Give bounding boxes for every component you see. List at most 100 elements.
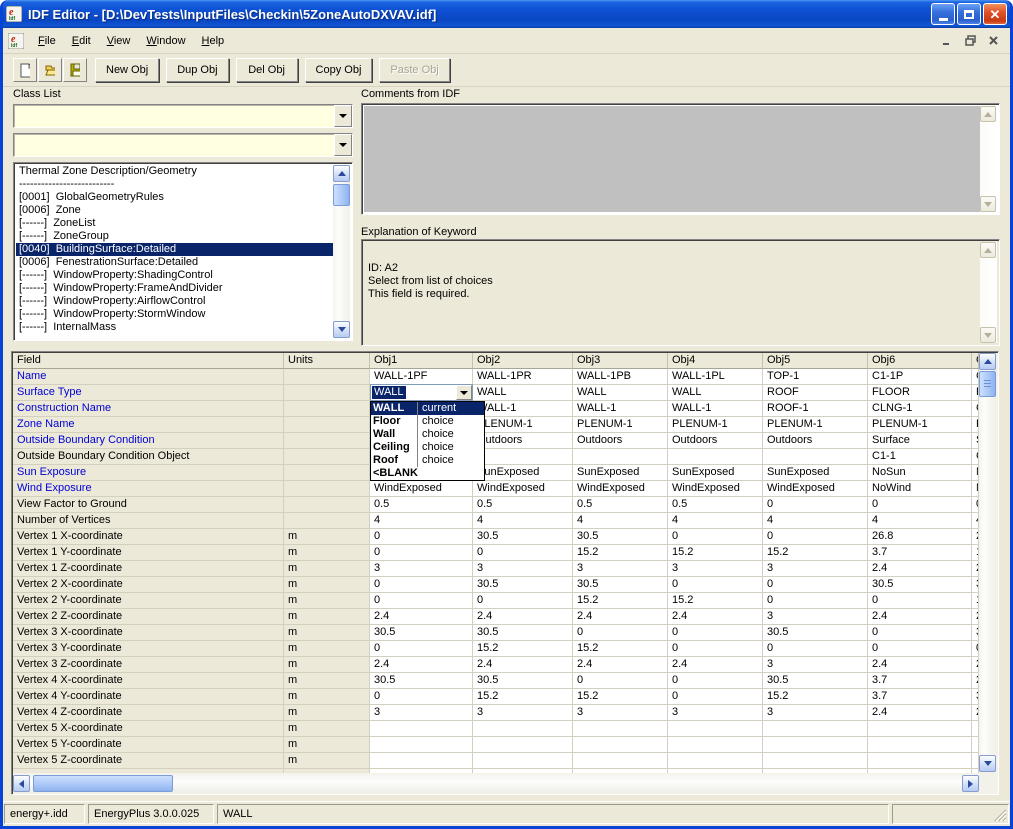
grid-cell[interactable]: C bbox=[972, 369, 979, 385]
grid-cell[interactable] bbox=[868, 737, 972, 753]
grid-cell[interactable]: 30.5 bbox=[868, 577, 972, 593]
grid-cell[interactable]: 3 bbox=[668, 705, 763, 721]
grid-cell[interactable]: 2 bbox=[972, 705, 979, 721]
grid-cell[interactable]: WindExposed bbox=[370, 481, 473, 497]
grid-cell[interactable]: 3 bbox=[972, 577, 979, 593]
grid-cell[interactable]: WALL bbox=[473, 385, 573, 401]
minimize-button[interactable] bbox=[931, 3, 955, 25]
grid-cell[interactable]: P bbox=[972, 417, 979, 433]
grid-cell[interactable]: WindExposed bbox=[573, 481, 668, 497]
grid-cell[interactable]: SunExposed bbox=[763, 465, 868, 481]
close-button[interactable]: ✕ bbox=[983, 3, 1007, 25]
grid-cell[interactable]: N bbox=[972, 481, 979, 497]
grid-cell[interactable]: 0 bbox=[370, 529, 473, 545]
grid-cell[interactable]: 15.2 bbox=[763, 689, 868, 705]
grid-cell[interactable]: 3 bbox=[763, 705, 868, 721]
grid-cell[interactable]: 4 bbox=[668, 513, 763, 529]
grid-cell[interactable]: 0 bbox=[972, 641, 979, 657]
resize-grip[interactable] bbox=[993, 808, 1007, 822]
grid-cell[interactable]: 3.7 bbox=[868, 673, 972, 689]
comments-box[interactable] bbox=[361, 103, 1000, 215]
grid-cell[interactable]: C1-1 bbox=[868, 449, 972, 465]
grid-cell[interactable]: NoWind bbox=[868, 481, 972, 497]
class-list-item[interactable]: [------] WindowProperty:FrameAndDivider bbox=[16, 282, 333, 295]
menu-window[interactable]: Window bbox=[138, 31, 193, 51]
grid-cell[interactable]: WALL bbox=[573, 385, 668, 401]
mdi-close-button[interactable] bbox=[985, 33, 1002, 48]
del-obj-button[interactable]: Del Obj bbox=[236, 58, 298, 82]
grid-cell[interactable]: WALL-1PF bbox=[370, 369, 473, 385]
grid-cell[interactable]: 0 bbox=[370, 689, 473, 705]
grid-cell[interactable]: 30.5 bbox=[473, 529, 573, 545]
grid-vertical-scrollbar[interactable] bbox=[979, 353, 996, 772]
grid-cell[interactable]: 4 bbox=[868, 513, 972, 529]
grid-cell[interactable]: 0 bbox=[370, 545, 473, 561]
grid-cell[interactable]: 0 bbox=[668, 529, 763, 545]
grid-cell[interactable]: 2.4 bbox=[668, 657, 763, 673]
class-list-item[interactable]: [------] WindowProperty:StormWindow bbox=[16, 308, 333, 321]
grid-cell[interactable]: 2 bbox=[972, 657, 979, 673]
grid-cell[interactable]: 3 bbox=[370, 561, 473, 577]
maximize-button[interactable] bbox=[957, 3, 981, 25]
grid-cell[interactable]: 0.5 bbox=[370, 497, 473, 513]
grid-cell[interactable]: 0 bbox=[370, 577, 473, 593]
grid-cell[interactable]: WindExposed bbox=[473, 481, 573, 497]
grid-cell[interactable]: 0 bbox=[972, 497, 979, 513]
new-obj-button[interactable]: New Obj bbox=[95, 58, 159, 82]
menu-file[interactable]: File bbox=[30, 31, 64, 51]
grid-cell[interactable]: PLENUM-1 bbox=[573, 417, 668, 433]
grid-cell[interactable]: 3 bbox=[573, 561, 668, 577]
dropdown-option[interactable]: Roofchoice bbox=[371, 454, 484, 467]
grid-cell[interactable] bbox=[868, 721, 972, 737]
grid-cell[interactable]: 2.4 bbox=[370, 657, 473, 673]
grid-cell[interactable]: 0 bbox=[763, 641, 868, 657]
grid-cell[interactable]: 0.5 bbox=[668, 497, 763, 513]
grid-cell[interactable] bbox=[473, 449, 573, 465]
dropdown-option[interactable]: Ceilingchoice bbox=[371, 441, 484, 454]
class-list-item[interactable]: [0006] FenestrationSurface:Detailed bbox=[16, 256, 333, 269]
grid-cell[interactable]: 0 bbox=[868, 641, 972, 657]
grid-cell[interactable]: 0 bbox=[668, 641, 763, 657]
grid-cell[interactable]: 15.2 bbox=[473, 689, 573, 705]
grid-cell[interactable]: 15.2 bbox=[668, 545, 763, 561]
grid-cell[interactable] bbox=[573, 737, 668, 753]
grid-cell[interactable]: 15.2 bbox=[573, 641, 668, 657]
grid-cell[interactable]: C1-1P bbox=[868, 369, 972, 385]
copy-obj-button[interactable]: Copy Obj bbox=[305, 58, 373, 82]
grid-cell[interactable]: PLENUM-1 bbox=[868, 417, 972, 433]
grid-cell[interactable]: 15.2 bbox=[473, 641, 573, 657]
grid-cell[interactable]: PLENUM-1 bbox=[473, 417, 573, 433]
grid-cell[interactable]: 3 bbox=[763, 561, 868, 577]
grid-cell[interactable]: WALL-1 bbox=[473, 401, 573, 417]
grid-cell[interactable]: F bbox=[972, 385, 979, 401]
grid-cell[interactable]: 0 bbox=[370, 593, 473, 609]
grid-cell[interactable]: Outdoors bbox=[763, 433, 868, 449]
grid-cell[interactable]: 0 bbox=[763, 593, 868, 609]
dropdown-option[interactable]: Floorchoice bbox=[371, 415, 484, 428]
dup-obj-button[interactable]: Dup Obj bbox=[166, 58, 228, 82]
grid-cell[interactable]: 26.8 bbox=[868, 529, 972, 545]
grid-cell[interactable]: 0 bbox=[763, 529, 868, 545]
menu-edit[interactable]: Edit bbox=[64, 31, 99, 51]
grid-cell[interactable]: 0 bbox=[868, 625, 972, 641]
grid-cell[interactable]: 0 bbox=[868, 497, 972, 513]
scroll-thumb[interactable] bbox=[979, 371, 996, 397]
class-list-item[interactable]: [------] WindowProperty:AirflowControl bbox=[16, 295, 333, 308]
grid-cell[interactable] bbox=[473, 721, 573, 737]
grid-cell[interactable]: 0 bbox=[763, 497, 868, 513]
surface-type-combo[interactable]: WALL bbox=[370, 384, 473, 401]
grid-cell[interactable]: 2.4 bbox=[868, 609, 972, 625]
grid-cell[interactable]: 30.5 bbox=[763, 625, 868, 641]
grid-cell[interactable]: PLENUM-1 bbox=[668, 417, 763, 433]
scroll-right-button[interactable] bbox=[962, 775, 979, 792]
grid-cell[interactable] bbox=[573, 753, 668, 769]
class-list-item[interactable]: [0006] Zone bbox=[16, 204, 333, 217]
grid-cell[interactable]: 0 bbox=[473, 593, 573, 609]
grid-cell[interactable]: 1 bbox=[972, 545, 979, 561]
grid-cell[interactable]: 2 bbox=[972, 673, 979, 689]
grid-cell[interactable]: 3 bbox=[763, 609, 868, 625]
grid-cell[interactable] bbox=[573, 449, 668, 465]
surface-type-combo-dropdown-button[interactable] bbox=[456, 385, 472, 400]
grid-cell[interactable]: 2 bbox=[972, 529, 979, 545]
grid-cell[interactable]: 15.2 bbox=[668, 593, 763, 609]
